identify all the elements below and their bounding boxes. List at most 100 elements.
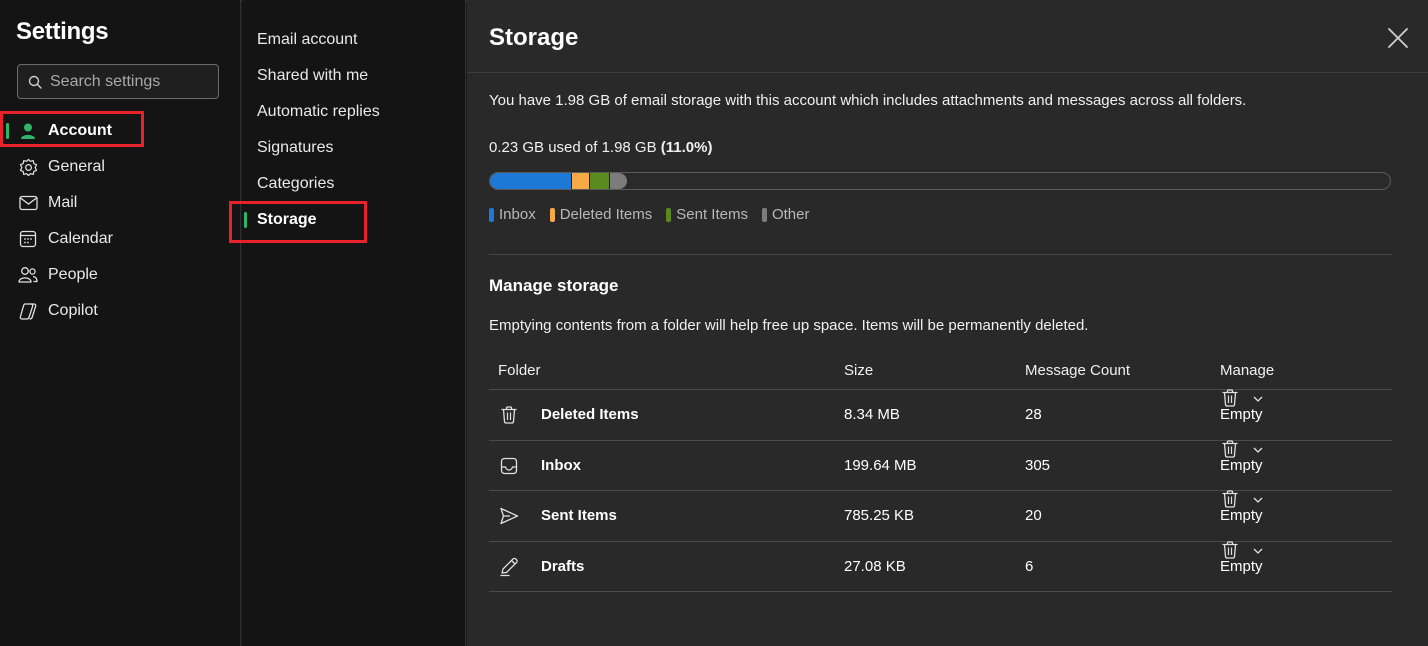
usage-segment-inbox (490, 173, 572, 189)
empty-button-label: Empty (1220, 406, 1263, 423)
storage-panel: Storage You have 1.98 GB of email storag… (467, 0, 1428, 646)
selected-indicator (244, 212, 247, 228)
legend-swatch (549, 207, 555, 222)
drafts-icon (500, 557, 518, 576)
column-header-message-count: Message Count (1025, 362, 1131, 379)
legend-item-inbox: Inbox (489, 206, 536, 223)
usage-bar-fill (490, 173, 627, 189)
send-icon (500, 507, 519, 525)
person-icon (18, 121, 38, 141)
nav-item-label: Mail (48, 194, 78, 211)
subnav-item-categories[interactable]: Categories (242, 166, 466, 202)
nav-item-label: Calendar (48, 230, 113, 247)
table-row: Inbox 199.64 MB 305 Empty (489, 439, 1392, 491)
empty-button-label: Empty (1220, 507, 1263, 524)
table-row: Deleted Items 8.34 MB 28 Empty (489, 389, 1392, 441)
table-row: Drafts 27.08 KB 6 Empty (489, 540, 1392, 592)
account-subnav: Email account Shared with me Automatic r… (242, 0, 466, 646)
legend-item-deleted-items: Deleted Items (549, 206, 653, 223)
storage-usage-bar (489, 172, 1391, 190)
empty-button-label: Empty (1220, 557, 1263, 575)
nav-item-calendar[interactable]: Calendar (0, 221, 241, 257)
folder-name: Deleted Items (541, 406, 639, 423)
subnav-item-label: Automatic replies (257, 103, 380, 120)
folder-storage-table: Folder Size Message Count Manage Deleted… (489, 353, 1392, 592)
search-icon (28, 75, 42, 89)
subnav-item-automatic-replies[interactable]: Automatic replies (242, 94, 466, 130)
trash-icon (501, 406, 517, 424)
column-header-folder: Folder (498, 362, 541, 379)
nav-item-general[interactable]: General (0, 149, 241, 185)
empty-button-label: Empty (1220, 456, 1263, 474)
manage-storage-heading: Manage storage (489, 276, 619, 295)
folder-name: Inbox (541, 456, 581, 474)
settings-title: Settings (16, 18, 109, 45)
legend-label: Other (771, 206, 810, 223)
settings-nav: Settings Account General Mail (0, 0, 241, 646)
usage-segment-deleted-items (571, 173, 590, 189)
nav-item-copilot[interactable]: Copilot (0, 293, 241, 329)
legend-label: Deleted Items (559, 206, 653, 223)
legend-item-other: Other (761, 206, 810, 223)
subnav-item-storage[interactable]: Storage (242, 202, 466, 238)
section-divider (489, 254, 1392, 255)
legend-swatch (489, 207, 494, 222)
usage-segment-other (610, 173, 627, 189)
nav-item-mail[interactable]: Mail (0, 185, 241, 221)
subnav-item-signatures[interactable]: Signatures (242, 130, 466, 166)
subnav-item-label: Categories (257, 175, 335, 192)
folder-name: Drafts (541, 557, 585, 575)
close-icon (1388, 28, 1408, 48)
column-header-size: Size (844, 362, 874, 379)
message-count: 20 (1025, 507, 1042, 524)
nav-item-label: Copilot (48, 302, 98, 319)
nav-item-label: General (48, 158, 105, 175)
empty-button[interactable]: Empty (1220, 439, 1263, 474)
nav-item-label: Account (48, 122, 112, 139)
folder-size: 785.25 KB (844, 507, 915, 524)
table-header: Folder Size Message Count Manage (489, 353, 1392, 390)
subnav-item-label: Shared with me (257, 67, 369, 84)
empty-button[interactable]: Empty (1220, 490, 1263, 524)
empty-button[interactable]: Empty (1220, 389, 1263, 423)
message-count: 6 (1025, 557, 1034, 575)
folder-name: Sent Items (541, 507, 617, 524)
legend-label: Inbox (499, 206, 536, 223)
page-title: Storage (489, 24, 579, 51)
gear-icon (18, 157, 38, 177)
subnav-item-email-account[interactable]: Email account (242, 22, 466, 58)
subnav-item-shared-with-me[interactable]: Shared with me (242, 58, 466, 94)
subnav-item-label: Storage (257, 211, 317, 228)
usage-percent: (11.0%) (660, 139, 713, 156)
usage-amount: 0.23 GB used of 1.98 GB (489, 139, 657, 156)
nav-item-account[interactable]: Account (0, 113, 241, 149)
storage-description: You have 1.98 GB of email storage with t… (489, 92, 1247, 109)
search-box[interactable] (17, 64, 219, 99)
copilot-icon (18, 301, 38, 321)
mail-icon (18, 193, 38, 213)
inbox-icon (500, 457, 518, 474)
legend-swatch (666, 207, 672, 222)
column-header-manage: Manage (1220, 362, 1275, 379)
search-input[interactable] (50, 72, 210, 91)
usage-segment-sent-items (589, 173, 611, 189)
empty-button[interactable]: Empty (1220, 540, 1263, 575)
message-count: 305 (1025, 456, 1051, 474)
nav-item-people[interactable]: People (0, 257, 241, 293)
selected-indicator (6, 123, 9, 139)
usage-legend: Inbox Deleted Items Sent Items Other (489, 206, 823, 223)
folder-size: 199.64 MB (844, 456, 917, 474)
panel-header: Storage (467, 0, 1428, 73)
close-button[interactable] (1386, 26, 1410, 50)
calendar-icon (18, 229, 38, 249)
legend-swatch (761, 207, 767, 222)
subnav-list: Email account Shared with me Automatic r… (242, 22, 466, 238)
nav-item-label: People (48, 266, 98, 283)
manage-storage-description: Emptying contents from a folder will hel… (489, 317, 1089, 334)
legend-label: Sent Items (676, 206, 748, 223)
subnav-item-label: Email account (257, 31, 358, 48)
people-icon (18, 265, 38, 285)
nav-list: Account General Mail Calendar People Cop… (0, 113, 241, 329)
table-row: Sent Items 785.25 KB 20 Empty (489, 490, 1392, 542)
legend-item-sent-items: Sent Items (666, 206, 748, 223)
